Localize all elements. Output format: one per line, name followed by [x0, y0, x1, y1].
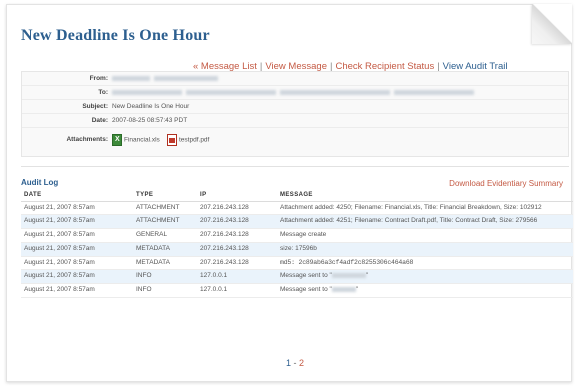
row-date: August 21, 2007 8:57am — [21, 269, 133, 285]
message-header: From: To: Subject: New Deadline Is One H… — [21, 71, 569, 157]
page-1: 1 — [286, 358, 292, 368]
table-row: August 21, 2007 8:57am METADATA 207.216.… — [21, 242, 573, 257]
column-header-date: DATE — [21, 190, 133, 202]
audit-page: New Deadline Is One Hour « Message List |… — [6, 4, 573, 382]
row-date: August 21, 2007 8:57am — [21, 283, 133, 298]
date-label: Date: — [91, 117, 108, 124]
table-row: August 21, 2007 8:57am INFO 127.0.0.1 Me… — [21, 269, 573, 285]
row-ip: 127.0.0.1 — [197, 283, 277, 298]
column-header-message: MESSAGE — [277, 190, 573, 202]
pagination: 1 - 2 — [286, 358, 305, 368]
row-ip: 207.216.243.128 — [197, 201, 277, 216]
attachments-row: Attachments: Financial.xls testpdf.pdf — [22, 128, 568, 156]
date-row: Date: 2007-08-25 08:57:43 PDT — [22, 114, 568, 128]
excel-file-icon — [112, 134, 122, 146]
from-label: From: — [89, 75, 108, 82]
download-summary-link[interactable]: Download Evidentiary Summary — [449, 179, 563, 188]
table-row: August 21, 2007 8:57am ATTACHMENT 207.21… — [21, 201, 573, 216]
table-row: August 21, 2007 8:57am GENERAL 207.216.2… — [21, 228, 573, 243]
row-type: METADATA — [133, 256, 197, 271]
subject-value: New Deadline Is One Hour — [112, 103, 190, 110]
table-row: August 21, 2007 8:57am INFO 127.0.0.1 Me… — [21, 283, 573, 298]
row-type: ATTACHMENT — [133, 201, 197, 216]
page-2-link[interactable]: 2 — [299, 358, 304, 368]
table-header-row: DATE TYPE IP MESSAGE — [21, 190, 573, 202]
row-message: md5: 2c89ab6a3cf4adf2c8255306c464a68 — [277, 256, 573, 271]
row-message: Message sent to " " — [277, 269, 573, 285]
row-message: Message sent to " " — [277, 283, 573, 298]
attachment-link[interactable]: testpdf.pdf — [179, 137, 209, 144]
row-date: August 21, 2007 8:57am — [21, 201, 133, 216]
row-ip: 207.216.243.128 — [197, 214, 277, 230]
row-date: August 21, 2007 8:57am — [21, 242, 133, 257]
row-ip: 207.216.243.128 — [197, 228, 277, 243]
table-row: August 21, 2007 8:57am METADATA 207.216.… — [21, 256, 573, 271]
section-divider — [21, 166, 569, 167]
row-type: INFO — [133, 283, 197, 298]
row-message: Attachment added: 4251; Filename: Contra… — [277, 214, 573, 230]
attachment-link[interactable]: Financial.xls — [124, 137, 160, 144]
attachments-label: Attachments: — [66, 136, 108, 143]
row-ip: 207.216.243.128 — [197, 256, 277, 271]
attachments-list: Financial.xls testpdf.pdf — [112, 134, 209, 146]
to-label: To: — [98, 89, 108, 96]
row-type: GENERAL — [133, 228, 197, 243]
row-ip: 127.0.0.1 — [197, 269, 277, 285]
to-value — [112, 89, 478, 96]
from-row: From: — [22, 72, 568, 86]
row-ip: 207.216.243.128 — [197, 242, 277, 257]
row-date: August 21, 2007 8:57am — [21, 214, 133, 230]
column-header-ip: IP — [197, 190, 277, 202]
redacted-recipient — [331, 286, 356, 292]
date-value: 2007-08-25 08:57:43 PDT — [112, 117, 188, 124]
row-message: size: 17596b — [277, 242, 573, 257]
row-date: August 21, 2007 8:57am — [21, 228, 133, 243]
row-type: METADATA — [133, 242, 197, 257]
table-row: August 21, 2007 8:57am ATTACHMENT 207.21… — [21, 214, 573, 230]
page-curl — [532, 4, 572, 44]
row-message: Attachment added: 4250; Filename: Financ… — [277, 201, 573, 216]
column-header-type: TYPE — [133, 190, 197, 202]
to-row: To: — [22, 86, 568, 100]
page-title: New Deadline Is One Hour — [21, 27, 210, 44]
audit-log-title: Audit Log — [21, 178, 59, 187]
row-type: ATTACHMENT — [133, 214, 197, 230]
row-date: August 21, 2007 8:57am — [21, 256, 133, 271]
subject-label: Subject: — [82, 103, 108, 110]
audit-log-table: DATE TYPE IP MESSAGE August 21, 2007 8:5… — [21, 190, 573, 298]
from-value — [112, 75, 222, 82]
row-type: INFO — [133, 269, 197, 285]
pdf-file-icon — [167, 134, 177, 146]
subject-row: Subject: New Deadline Is One Hour — [22, 100, 568, 114]
redacted-recipient — [331, 273, 366, 279]
row-message: Message create — [277, 228, 573, 243]
